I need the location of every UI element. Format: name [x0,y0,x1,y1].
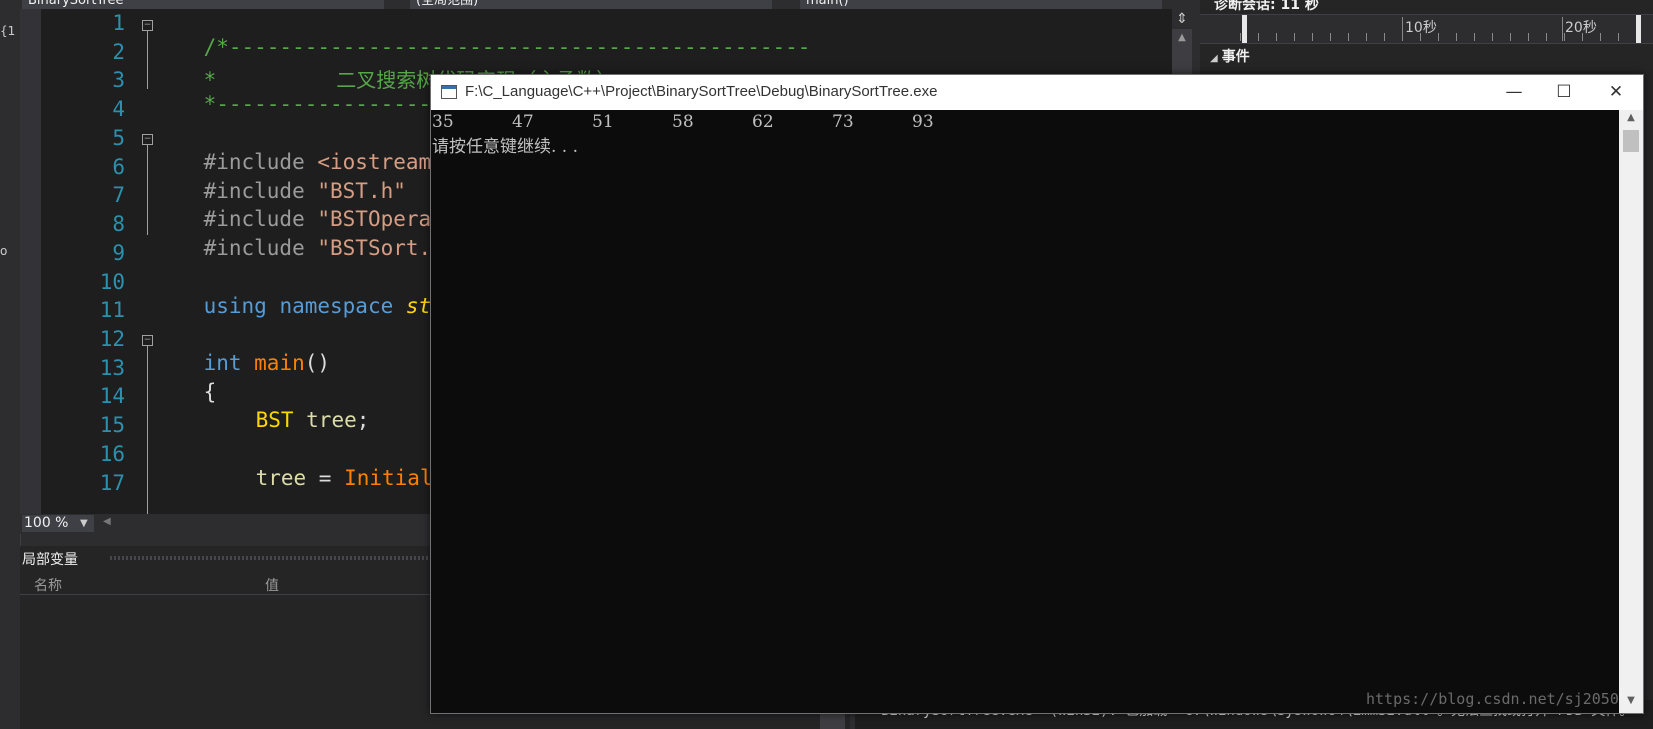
line-number: 8 [112,212,125,236]
project-dropdown-label: BinarySortTree [28,0,124,8]
function-name: main [254,351,305,375]
editor-margin [20,9,41,514]
line-number: 4 [112,97,125,121]
member-dropdown-label: main() [806,0,849,8]
line-number: 9 [112,241,125,265]
minimize-button[interactable]: — [1491,75,1537,110]
left-tool-strip: {1 o [0,9,21,729]
chevron-down-icon: ▼ [80,518,88,529]
timeline-selection-end[interactable] [1636,15,1641,43]
line-number: 10 [99,270,125,294]
collapse-triangle-icon: ◢ [1210,53,1218,64]
diagnostic-session-label: 诊断会话: 11 秒 [1214,0,1319,13]
operator: = [306,466,345,490]
left-fragment-text: o [0,244,8,258]
line-number: 16 [99,442,125,466]
console-title: F:\C_Language\C++\Project\BinarySortTree… [465,83,938,100]
variable-name: tree [255,466,307,490]
line-number: 17 [99,471,125,495]
fold-guide [147,31,148,89]
keyword: namespace [279,294,406,318]
output-number: 35 [432,112,454,132]
line-number: 3 [112,68,125,92]
console-output[interactable]: 35 47 51 58 62 73 93 请按任意键继续. . . https:… [431,110,1619,713]
line-number: 6 [112,155,125,179]
fold-guide [147,145,148,235]
scroll-up-icon[interactable]: ▲ [1172,32,1192,46]
output-number: 51 [592,112,614,132]
scope-dropdown-label: (全局范围) [416,0,479,8]
type-name: BST [255,408,307,432]
line-number: 14 [99,384,125,408]
close-button[interactable]: ✕ [1593,75,1639,110]
left-fragment-text: {1 [0,24,16,38]
scope-dropdown[interactable]: (全局范围) [410,0,772,9]
line-number: 1 [112,11,125,35]
output-number: 93 [912,112,934,132]
timeline-major-tick [1402,17,1403,41]
press-any-key-prompt: 请按任意键继续. . . [432,137,579,157]
output-number: 58 [672,112,694,132]
line-number: 7 [112,183,125,207]
line-number: 5 [112,126,125,150]
punctuation: ; [356,408,370,432]
fold-toggle-icon[interactable]: − [142,335,153,346]
timeline-selection-start[interactable] [1242,15,1247,43]
console-title-bar[interactable]: F:\C_Language\C++\Project\BinarySortTree… [431,75,1643,110]
line-number: 13 [99,356,125,380]
column-header-name[interactable]: 名称 [34,575,62,595]
output-number: 62 [752,112,774,132]
line-number: 2 [112,40,125,64]
output-number: 73 [832,112,854,132]
punctuation: () [304,351,331,375]
preprocessor-directive: #include [203,236,318,260]
fold-toggle-icon[interactable]: − [142,20,153,31]
events-section-header[interactable]: ◢ 事件 [1210,46,1250,66]
panel-title: 局部变量 [22,552,78,568]
scroll-up-icon[interactable]: ▲ [1619,112,1643,128]
scroll-down-icon[interactable]: ▼ [1619,695,1643,711]
timeline-label: 20秒 [1565,20,1597,36]
member-dropdown[interactable]: main() [800,0,1162,9]
console-vertical-scrollbar[interactable]: ▲ ▼ [1619,110,1643,713]
timeline-label: 10秒 [1405,20,1437,36]
keyword: using [203,294,280,318]
events-label: 事件 [1221,49,1250,65]
project-dropdown[interactable]: BinarySortTree [22,0,384,9]
maximize-button[interactable]: ☐ [1541,75,1587,110]
console-window[interactable]: F:\C_Language\C++\Project\BinarySortTree… [430,74,1644,714]
sorted-output-row: 35 47 51 58 62 73 93 [432,112,952,132]
fold-toggle-icon[interactable]: − [142,134,153,145]
split-editor-icon[interactable]: ⇕ [1172,9,1192,29]
line-number: 12 [99,327,125,351]
column-header-value[interactable]: 值 [265,575,279,595]
watermark-text: https://blog.csdn.net/sj2050 [1366,690,1619,708]
fold-guide [147,346,148,514]
line-number: 15 [99,413,125,437]
timeline-major-tick [1562,17,1563,41]
editor-nav-bar: BinarySortTree (全局范围) main() [0,0,1200,9]
zoom-value: 100 % [24,515,69,531]
variable-name: tree [306,408,357,432]
scrollbar-thumb[interactable] [1623,130,1639,152]
output-number: 47 [512,112,534,132]
scroll-left-icon[interactable]: ◀ [103,516,111,527]
zoom-dropdown[interactable]: 100 % ▼ [22,515,94,532]
timeline-ruler[interactable]: 10秒 20秒 [1200,14,1653,44]
console-app-icon [441,85,457,99]
line-number: 11 [99,298,125,322]
